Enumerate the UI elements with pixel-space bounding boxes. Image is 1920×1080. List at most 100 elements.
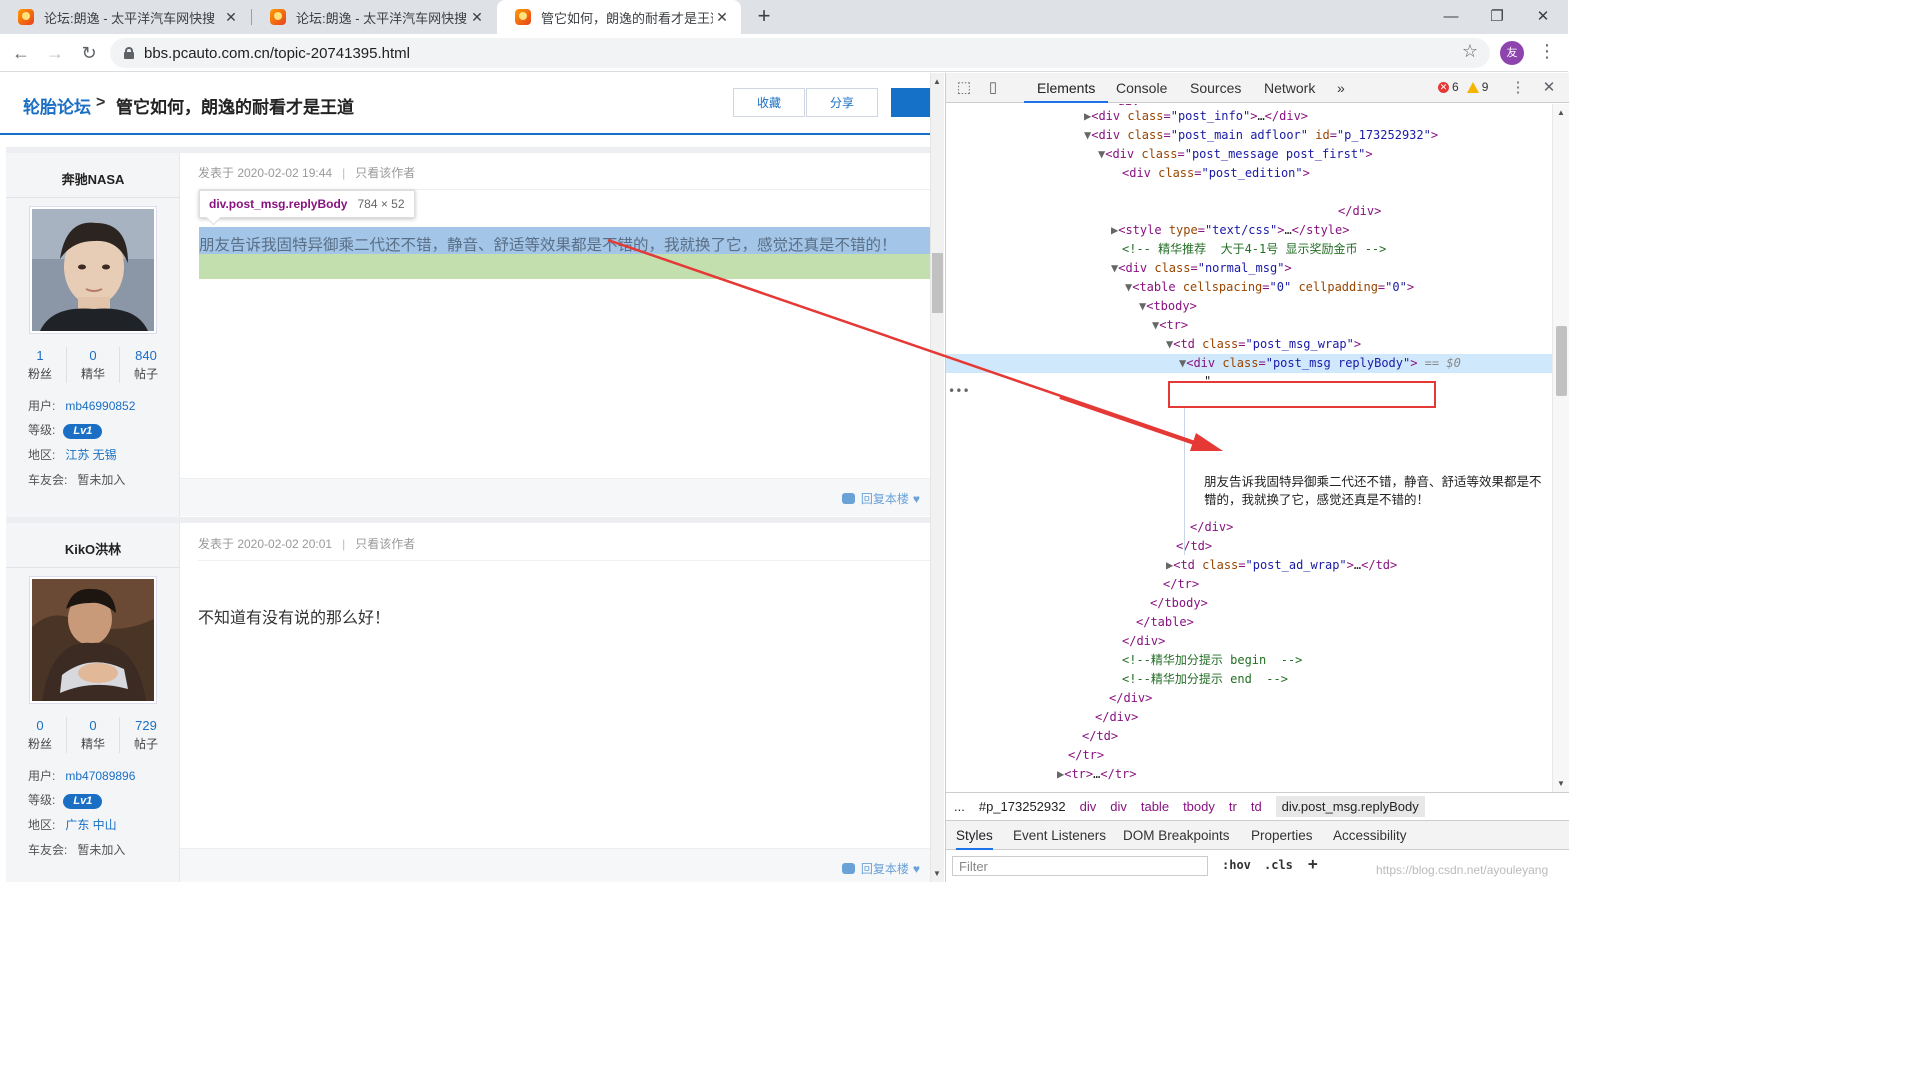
stat-fans[interactable]: 1 粉丝 — [14, 347, 67, 383]
tab-network[interactable]: Network — [1264, 73, 1315, 103]
region-link[interactable]: 江苏 无锡 — [65, 448, 116, 462]
styles-filter-input[interactable] — [952, 856, 1208, 876]
subtab-event-listeners[interactable]: Event Listeners — [1013, 821, 1106, 850]
breadcrumb-node[interactable]: td — [1251, 799, 1262, 814]
tab-console[interactable]: Console — [1116, 73, 1167, 103]
breadcrumb-node[interactable]: tr — [1229, 799, 1237, 814]
dom-node[interactable]: </td> — [946, 727, 1552, 746]
dom-node[interactable]: </div> — [946, 689, 1552, 708]
avatar[interactable] — [30, 577, 156, 703]
dom-node-selected[interactable]: ▼<div class="post_msg replyBody"> == $0 — [946, 354, 1552, 373]
dom-node[interactable]: <!-- 精华推荐 大于4-1号 显示奖励金币 --> — [946, 240, 1552, 259]
dom-node[interactable]: </div> — [946, 632, 1552, 651]
forward-arrow-icon[interactable]: → — [42, 40, 68, 66]
user-id-link[interactable]: mb46990852 — [65, 399, 135, 413]
dom-node[interactable]: ▼<div class="post_message post_first"> — [946, 145, 1552, 164]
breadcrumb-ellipsis[interactable]: ... — [954, 799, 965, 814]
stat-fans[interactable]: 0 粉丝 — [14, 717, 67, 753]
back-arrow-icon[interactable]: ← — [8, 40, 34, 66]
breadcrumb-forum-link[interactable]: 轮胎论坛 — [23, 93, 91, 118]
inspect-element-icon[interactable]: ⬚ — [955, 79, 973, 97]
dom-node[interactable]: </div> — [946, 202, 1552, 221]
dom-node[interactable]: ▶<tr>…</tr> — [946, 765, 1552, 784]
subtab-dom-breakpoints[interactable]: DOM Breakpoints — [1123, 821, 1230, 850]
scrollbar-thumb[interactable] — [1556, 326, 1567, 396]
new-style-rule-button[interactable]: + — [1308, 854, 1318, 873]
scroll-down-arrow-icon[interactable]: ▼ — [1557, 779, 1565, 788]
scroll-up-arrow-icon[interactable]: ▲ — [933, 77, 941, 86]
issues-counter[interactable]: ✕ 6 9 — [1438, 80, 1488, 94]
only-author-link[interactable]: 只看该作者 — [355, 537, 415, 551]
only-author-link[interactable]: 只看该作者 — [355, 166, 415, 180]
stat-essence[interactable]: 0 精华 — [67, 717, 120, 753]
browser-tab-3-active[interactable]: 管它如何，朗逸的耐看才是王道_ ✕ — [497, 0, 741, 34]
close-tab-icon[interactable]: ✕ — [713, 9, 731, 26]
lock-icon[interactable] — [124, 47, 134, 59]
device-toolbar-icon[interactable]: ▯ — [984, 79, 1002, 97]
user-id-link[interactable]: mb47089896 — [65, 769, 135, 783]
author-name[interactable]: KikO洪林 — [6, 539, 180, 558]
region-link[interactable]: 广东 中山 — [65, 818, 116, 832]
dom-node[interactable]: ▼<tbody> — [946, 297, 1552, 316]
page-scrollbar[interactable]: ▲ ▼ — [930, 73, 944, 882]
chrome-menu-icon[interactable]: ⋮ — [1538, 41, 1556, 62]
favorite-button[interactable]: 收藏 — [733, 88, 805, 117]
breadcrumb-node[interactable]: tbody — [1183, 799, 1215, 814]
tab-elements[interactable]: Elements — [1024, 73, 1109, 103]
dom-node[interactable]: <!--精华加分提示 begin --> — [946, 651, 1552, 670]
reply-top-button[interactable] — [891, 88, 930, 117]
breadcrumb-node-selected[interactable]: div.post_msg.replyBody — [1275, 796, 1425, 817]
devtools-menu-icon[interactable]: ⋮ — [1509, 79, 1527, 97]
author-name[interactable]: 奔驰NASA — [6, 169, 180, 188]
profile-avatar[interactable]: 友 — [1500, 41, 1524, 65]
scrollbar-thumb[interactable] — [932, 253, 943, 313]
reload-icon[interactable]: ↻ — [76, 40, 102, 66]
dom-node[interactable]: </tbody> — [946, 594, 1552, 613]
new-tab-button[interactable]: + — [752, 4, 776, 28]
address-bar[interactable]: bbs.pcauto.com.cn/topic-20741395.html ☆ — [110, 38, 1490, 68]
more-tabs-button[interactable]: » — [1337, 73, 1345, 103]
dom-node[interactable]: </div> — [946, 708, 1552, 727]
dom-node[interactable]: </tr> — [946, 746, 1552, 765]
dom-node[interactable]: ▼<div class="normal_msg"> — [946, 259, 1552, 278]
hover-state-toggle[interactable]: :hov — [1222, 858, 1251, 872]
stat-posts[interactable]: 729 帖子 — [120, 717, 172, 753]
breadcrumb-node[interactable]: table — [1141, 799, 1169, 814]
dom-node[interactable]: </td> — [946, 537, 1552, 556]
class-toggle[interactable]: .cls — [1264, 858, 1293, 872]
close-tab-icon[interactable]: ✕ — [468, 9, 486, 26]
scroll-down-arrow-icon[interactable]: ▼ — [933, 869, 941, 878]
dom-node[interactable]: ▼<div class="post_main adfloor" id="p_17… — [946, 126, 1552, 145]
dom-node[interactable]: ▶<div class="post_info">…</div> — [946, 107, 1552, 126]
close-devtools-icon[interactable]: ✕ — [1540, 79, 1558, 97]
dom-node[interactable]: <div class="post_edition"> — [946, 164, 1552, 183]
minimize-button[interactable]: — — [1428, 0, 1474, 32]
dom-scrollbar[interactable]: ▲ ▼ — [1552, 104, 1569, 792]
dom-node[interactable]: </table> — [946, 613, 1552, 632]
dom-text-node[interactable]: 朋友告诉我固特异御乘二代还不错，静音、舒适等效果都是不错的，我就换了它，感觉还真… — [1204, 473, 1549, 509]
breadcrumb-node[interactable]: div — [1110, 799, 1127, 814]
share-button[interactable]: 分享 — [806, 88, 878, 117]
subtab-properties[interactable]: Properties — [1251, 821, 1313, 850]
bookmark-star-icon[interactable]: ☆ — [1462, 41, 1478, 62]
browser-tab-2[interactable]: 论坛:朗逸 - 太平洋汽车网快搜 ✕ — [252, 0, 496, 34]
breadcrumb-node[interactable]: #p_173252932 — [979, 799, 1066, 814]
dom-node[interactable]: </tr> — [946, 575, 1552, 594]
dom-node[interactable]: ▶<style type="text/css">…</style> — [946, 221, 1552, 240]
reply-floor-button[interactable]: 回复本楼 ♥ — [841, 490, 920, 507]
close-tab-icon[interactable]: ✕ — [222, 9, 240, 26]
node-actions-ellipsis[interactable]: ••• — [948, 384, 970, 398]
subtab-styles[interactable]: Styles — [956, 821, 993, 850]
dom-node[interactable]: </div> — [946, 518, 1552, 537]
dom-node[interactable]: <!--精华加分提示 end --> — [946, 670, 1552, 689]
browser-tab-1[interactable]: 论坛:朗逸 - 太平洋汽车网快搜 ✕ — [0, 0, 250, 34]
restore-button[interactable]: ❐ — [1474, 0, 1520, 32]
dom-node[interactable]: ▼<table cellspacing="0" cellpadding="0"> — [946, 278, 1552, 297]
scroll-up-arrow-icon[interactable]: ▲ — [1557, 108, 1565, 117]
reply-floor-button[interactable]: 回复本楼 ♥ — [841, 860, 920, 877]
tab-sources[interactable]: Sources — [1190, 73, 1241, 103]
avatar[interactable] — [30, 207, 156, 333]
breadcrumb-node[interactable]: div — [1080, 799, 1097, 814]
stat-essence[interactable]: 0 精华 — [67, 347, 120, 383]
stat-posts[interactable]: 840 帖子 — [120, 347, 172, 383]
